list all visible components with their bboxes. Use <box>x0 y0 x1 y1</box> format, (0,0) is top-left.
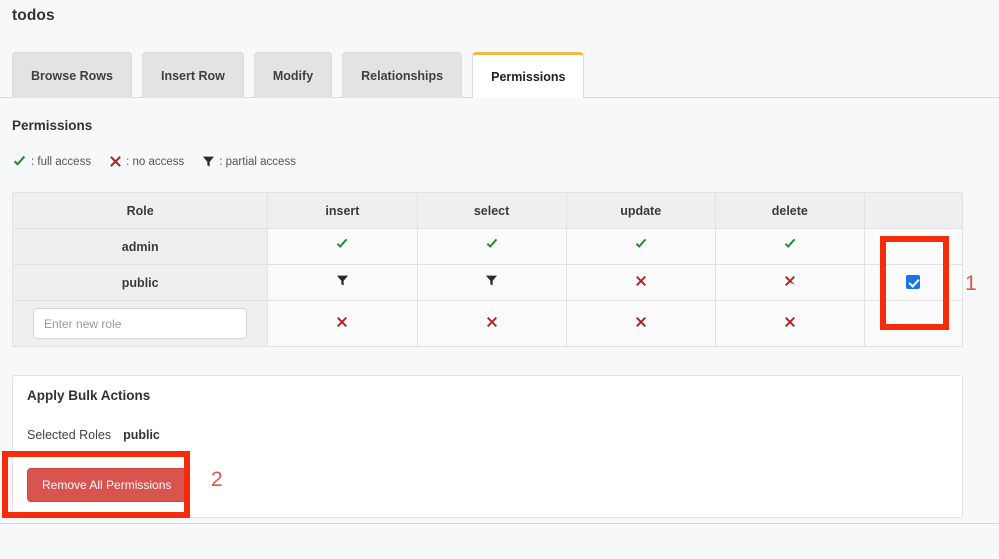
permission-cell-new-insert[interactable] <box>267 300 418 347</box>
table-row: admin <box>11 228 964 265</box>
tab-insert-row[interactable]: Insert Row <box>141 52 244 98</box>
permission-cell-admin-update[interactable] <box>565 228 716 265</box>
permissions-table-body: admin public Enter new role <box>11 228 964 347</box>
column-header-update: update <box>565 192 716 229</box>
cross-icon <box>109 155 122 168</box>
funnel-icon <box>336 274 349 287</box>
new-role-cell <box>11 300 269 347</box>
remove-all-permissions-button[interactable]: Remove All Permissions <box>27 468 187 502</box>
column-header-role: Role <box>11 192 269 229</box>
tab-permissions[interactable]: Permissions <box>472 52 585 98</box>
bulk-actions-title: Apply Bulk Actions <box>27 388 151 403</box>
permission-cell-new-update[interactable] <box>565 300 716 347</box>
funnel-icon <box>202 155 215 168</box>
cross-icon <box>784 316 796 328</box>
cross-icon <box>784 275 796 287</box>
row-select-cell-public[interactable] <box>863 264 964 301</box>
permission-cell-public-update[interactable] <box>565 264 716 301</box>
tab-modify[interactable]: Modify <box>253 52 333 98</box>
permissions-legend: : full access : no access : partial acce… <box>12 154 296 169</box>
cross-icon <box>336 316 348 328</box>
page-title: todos <box>12 7 55 24</box>
check-icon <box>485 237 499 251</box>
check-icon <box>783 237 797 251</box>
legend-label-partial-access: : partial access <box>219 155 296 168</box>
permission-cell-admin-insert[interactable] <box>267 228 418 265</box>
funnel-icon <box>485 274 498 287</box>
role-name-admin: admin <box>11 228 269 265</box>
legend-item-no-access: : no access <box>109 155 184 168</box>
cross-icon <box>635 275 647 287</box>
new-role-input[interactable] <box>33 308 248 339</box>
selected-roles-value: public <box>123 428 160 442</box>
permission-cell-new-delete[interactable] <box>714 300 865 347</box>
tab-bar: Browse Rows Insert Row Modify Relationsh… <box>0 50 999 98</box>
selected-roles-row: Selected Roles public <box>27 428 160 442</box>
permissions-section-title: Permissions <box>12 118 93 133</box>
cross-icon <box>635 316 647 328</box>
permission-cell-public-select[interactable] <box>416 264 567 301</box>
tab-browse-rows[interactable]: Browse Rows <box>12 52 132 98</box>
app-root: todos Browse Rows Insert Row Modify Rela… <box>0 0 999 559</box>
check-icon <box>12 154 27 169</box>
permission-cell-public-delete[interactable] <box>714 264 865 301</box>
legend-label-full-access: : full access <box>31 155 92 168</box>
table-row: public <box>11 264 964 301</box>
annotation-number-2: 2 <box>211 468 223 491</box>
column-header-insert: insert <box>267 192 418 229</box>
check-icon <box>335 237 349 251</box>
legend-label-no-access: : no access <box>126 155 185 168</box>
column-header-select-checkbox <box>863 192 964 229</box>
public-row-select-checkbox[interactable] <box>906 275 921 290</box>
bulk-actions-panel: Apply Bulk Actions Selected Roles public… <box>12 375 963 518</box>
bottom-divider <box>0 523 999 524</box>
check-icon <box>634 237 648 251</box>
selected-roles-label: Selected Roles <box>27 428 112 442</box>
annotation-number-1: 1 <box>965 272 977 295</box>
table-header-row: Role insert select update delete <box>11 192 964 229</box>
table-row <box>11 300 964 347</box>
permission-cell-new-select[interactable] <box>416 300 567 347</box>
column-header-select: select <box>416 192 567 229</box>
tab-relationships[interactable]: Relationships <box>342 52 463 98</box>
permission-cell-public-insert[interactable] <box>267 264 418 301</box>
legend-item-full-access: : full access <box>12 154 91 169</box>
role-name-public: public <box>11 264 269 301</box>
column-header-delete: delete <box>714 192 865 229</box>
permissions-table: Role insert select update delete admin p… <box>11 192 964 347</box>
cross-icon <box>486 316 498 328</box>
permission-cell-admin-select[interactable] <box>416 228 567 265</box>
legend-item-partial-access: : partial access <box>202 155 296 168</box>
permission-cell-admin-delete[interactable] <box>714 228 865 265</box>
row-select-cell-admin[interactable] <box>863 228 964 265</box>
row-select-cell-new[interactable] <box>863 300 964 347</box>
permissions-table-head: Role insert select update delete <box>11 192 964 229</box>
